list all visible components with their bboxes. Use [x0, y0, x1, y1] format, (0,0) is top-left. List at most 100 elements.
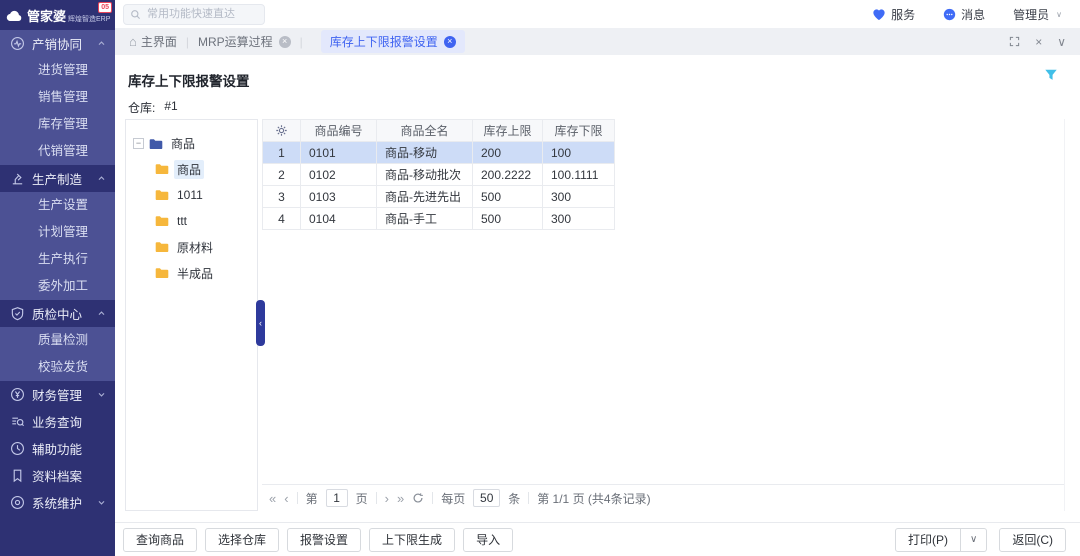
back-button[interactable]: 返回(C): [999, 528, 1066, 552]
app-window: 管家婆 辉煌智造ERP 05 产销协同 进货管理销售管理库存管理代销管理: [0, 0, 1080, 556]
lower-limit-cell: 300: [543, 186, 615, 208]
sidebar-subitem[interactable]: 委外加工: [0, 273, 115, 300]
tree-root-item[interactable]: − 商品: [126, 131, 257, 156]
pager-divider: [432, 492, 433, 504]
fullscreen-icon[interactable]: [1009, 36, 1020, 47]
refresh-icon[interactable]: [412, 492, 424, 504]
page-number-input[interactable]: [326, 489, 348, 507]
footer-toolbar: 查询商品选择仓库报警设置上下限生成导入 打印(P) ∨ 返回(C): [115, 522, 1080, 556]
prev-page-icon[interactable]: ‹: [284, 492, 288, 505]
folder-icon: [155, 267, 169, 279]
sidebar-item-sales-coordination[interactable]: 产销协同: [0, 30, 115, 57]
tree-item[interactable]: 商品: [126, 156, 257, 182]
column-header[interactable]: 库存上限: [473, 120, 543, 142]
brand-name: 管家婆: [27, 6, 66, 25]
sidebar-item-quality[interactable]: 质检中心: [0, 300, 115, 327]
messages-link[interactable]: 消息: [943, 6, 985, 23]
chevron-up-icon: [97, 39, 106, 48]
category-tree-panel: − 商品 商品 1011: [125, 119, 258, 511]
footer-action-button[interactable]: 选择仓库: [205, 528, 279, 552]
search-input[interactable]: [145, 7, 258, 21]
footer-action-button[interactable]: 导入: [463, 528, 513, 552]
sidebar-submenu: 生产设置计划管理生产执行委外加工: [0, 192, 115, 300]
table-row[interactable]: 4 0104 商品-手工 500 300: [263, 208, 615, 230]
sidebar-subitem[interactable]: 销售管理: [0, 84, 115, 111]
folder-icon: [149, 138, 163, 150]
sidebar-subitem[interactable]: 代销管理: [0, 138, 115, 165]
service-label: 服务: [891, 6, 915, 23]
per-page-input[interactable]: [473, 489, 500, 507]
last-page-icon[interactable]: »: [397, 492, 404, 505]
footer-action-button[interactable]: 查询商品: [123, 528, 197, 552]
service-link[interactable]: 服务: [872, 6, 915, 23]
sidebar: 管家婆 辉煌智造ERP 05 产销协同 进货管理销售管理库存管理代销管理: [0, 0, 115, 556]
bookmark-icon: [10, 468, 25, 483]
sidebar-group-finance: 财务管理: [0, 381, 115, 408]
panel-collapse-handle[interactable]: ‹: [256, 300, 265, 346]
close-icon[interactable]: ×: [279, 36, 291, 48]
next-page-icon[interactable]: ›: [385, 492, 389, 505]
sidebar-subitem[interactable]: 进货管理: [0, 57, 115, 84]
tab-mrp[interactable]: MRP运算过程 ×: [198, 33, 291, 50]
table-row[interactable]: 3 0103 商品-先进先出 500 300: [263, 186, 615, 208]
sidebar-item-business-query[interactable]: 业务查询: [0, 408, 115, 435]
sidebar-subitem[interactable]: 质量检测: [0, 327, 115, 354]
sidebar-item-label: 业务查询: [32, 412, 82, 431]
table-header-row: 商品编号 商品全名 库存上限 库存下限: [263, 120, 615, 142]
sidebar-item-label: 生产制造: [32, 169, 82, 188]
collapse-icon[interactable]: −: [133, 138, 144, 149]
quick-search[interactable]: [123, 4, 265, 25]
sidebar-item-archives[interactable]: 资料档案: [0, 462, 115, 489]
sidebar-submenu: 质量检测校验发货: [0, 327, 115, 381]
close-icon[interactable]: ×: [444, 36, 456, 48]
footer-button-group: 查询商品选择仓库报警设置上下限生成导入: [123, 528, 521, 552]
user-menu[interactable]: 管理员 ∨: [1013, 6, 1062, 23]
tree-item[interactable]: 原材料: [126, 234, 257, 260]
version-badge: 05: [98, 2, 112, 13]
upper-limit-cell: 200.2222: [473, 164, 543, 186]
sidebar-subitem[interactable]: 校验发货: [0, 354, 115, 381]
tab-inventory-alert[interactable]: 库存上下限报警设置 ×: [321, 30, 465, 53]
print-dropdown-button[interactable]: ∨: [961, 528, 987, 552]
footer-action-button[interactable]: 上下限生成: [369, 528, 455, 552]
table-row[interactable]: 1 0101 商品-移动 200 100: [263, 142, 615, 164]
sidebar-item-auxiliary[interactable]: 辅助功能: [0, 435, 115, 462]
sidebar-item-label: 财务管理: [32, 385, 82, 404]
product-code-cell: 0101: [301, 142, 377, 164]
column-header[interactable]: 商品全名: [377, 120, 473, 142]
sidebar-subitem[interactable]: 计划管理: [0, 219, 115, 246]
first-page-icon[interactable]: «: [269, 492, 276, 505]
sidebar-item-system-maintenance[interactable]: 系统维护: [0, 489, 115, 516]
per-page-label: 每页: [441, 490, 465, 507]
tree-item[interactable]: 半成品: [126, 260, 257, 286]
footer-action-button[interactable]: 报警设置: [287, 528, 361, 552]
column-header[interactable]: 库存下限: [543, 120, 615, 142]
table-body: 1 0101 商品-移动 200 100 2 0102 商品-移动批次 200.…: [263, 142, 615, 230]
tree-item[interactable]: 1011: [126, 182, 257, 208]
product-code-cell: 0102: [301, 164, 377, 186]
column-header[interactable]: 商品编号: [301, 120, 377, 142]
chevron-down-icon[interactable]: ∨: [1057, 35, 1066, 49]
page-label-pre: 第: [306, 490, 318, 507]
product-code-cell: 0104: [301, 208, 377, 230]
table-row[interactable]: 2 0102 商品-移动批次 200.2222 100.1111: [263, 164, 615, 186]
main-content: 库存上下限报警设置 仓库: #1 − 商品: [115, 55, 1080, 522]
print-button[interactable]: 打印(P): [895, 528, 961, 552]
messages-label: 消息: [961, 6, 985, 23]
filter-icon[interactable]: [1044, 68, 1058, 82]
tab-home[interactable]: ⌂ 主界面: [129, 33, 177, 50]
column-settings-cell[interactable]: [263, 120, 301, 142]
close-tab-icon[interactable]: ×: [1035, 35, 1042, 49]
sidebar-item-finance[interactable]: 财务管理: [0, 381, 115, 408]
chevron-down-icon: [97, 498, 106, 507]
footer-right-group: 打印(P) ∨ 返回(C): [895, 528, 1066, 552]
tree-item-label: 商品: [174, 160, 204, 179]
page-title: 库存上下限报警设置: [128, 70, 250, 90]
sidebar-subitem[interactable]: 库存管理: [0, 111, 115, 138]
tree-item[interactable]: ttt: [126, 208, 257, 234]
sidebar-subitem[interactable]: 生产执行: [0, 246, 115, 273]
sidebar-item-production[interactable]: 生产制造: [0, 165, 115, 192]
sidebar-subitem[interactable]: 生产设置: [0, 192, 115, 219]
warehouse-label: 仓库:: [128, 99, 155, 116]
top-right-menu: 服务 消息 管理员 ∨: [872, 6, 1062, 23]
